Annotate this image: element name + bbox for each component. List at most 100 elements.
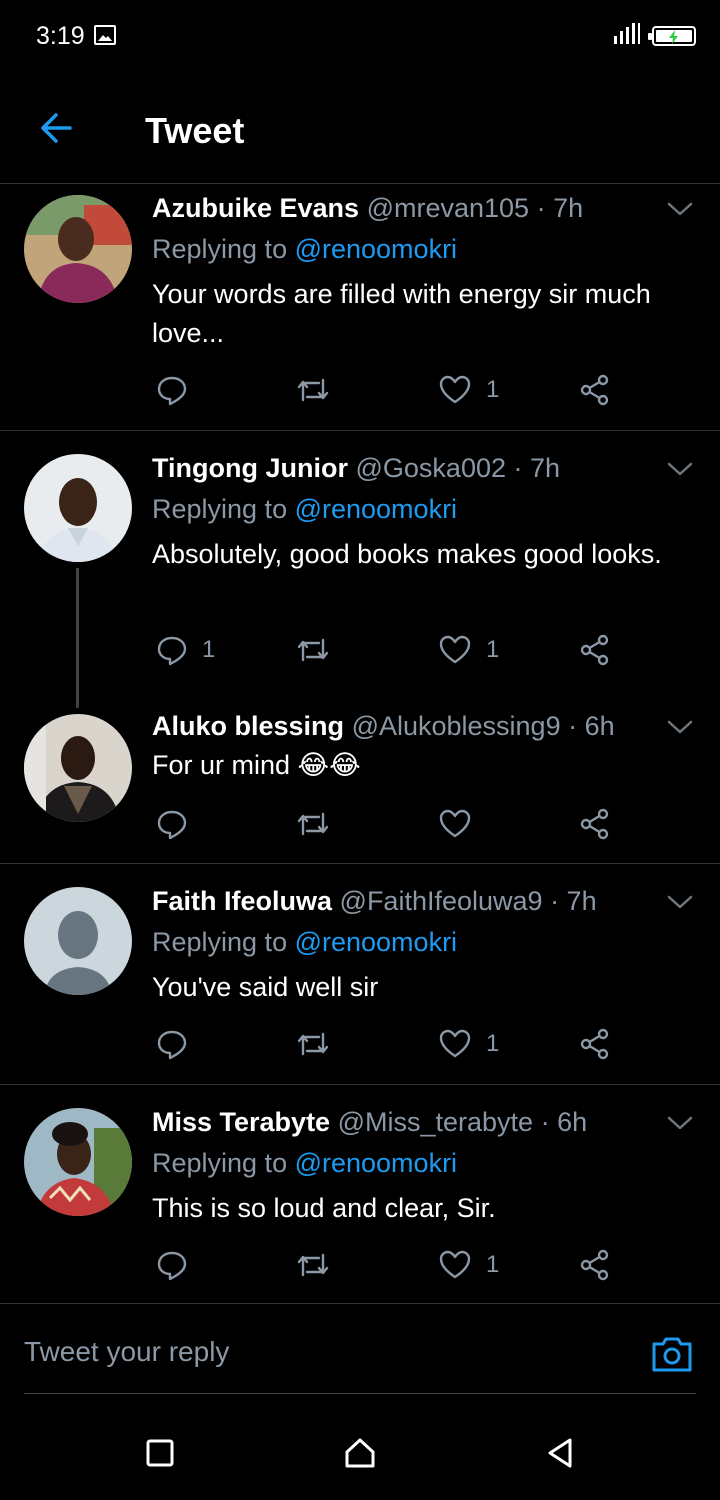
share-nodes-icon — [580, 1028, 609, 1060]
comment-bubble-icon — [157, 1251, 187, 1281]
like-button[interactable]: 1 — [438, 1024, 499, 1064]
replying-to: Replying to @renoomokri — [152, 232, 457, 266]
back-arrow-icon[interactable] — [36, 108, 76, 148]
share-button[interactable] — [578, 630, 612, 670]
square-recents-icon[interactable] — [142, 1435, 178, 1471]
tweet-text: You've said well sir — [152, 972, 379, 1002]
mention-link[interactable]: @renoomokri — [295, 234, 457, 264]
system-nav-bar — [0, 1405, 720, 1500]
comment-bubble-icon — [157, 810, 187, 840]
gallery-notification-icon — [94, 25, 116, 45]
retweet-arrows-icon — [297, 1253, 329, 1277]
avatar[interactable] — [24, 454, 132, 562]
tweet-text: For ur mind 😂😂 — [152, 750, 361, 780]
share-button[interactable] — [578, 804, 612, 844]
like-button[interactable] — [438, 804, 486, 844]
tweet-actions: 1 — [152, 370, 632, 410]
tweet-time: · 6h — [568, 711, 615, 741]
tweet-meta: Tingong Junior @Goska002 · 7h — [152, 451, 560, 485]
replying-to-prefix: Replying to — [152, 1148, 295, 1178]
tweet-time: · 7h — [536, 193, 584, 223]
like-count: 1 — [486, 636, 500, 663]
reply-tweet[interactable]: Faith Ifeoluwa @FaithIfeoluwa9 · 7h Repl… — [0, 865, 720, 1085]
author-handle: @FaithIfeoluwa9 — [339, 886, 543, 916]
tweet-meta: Aluko blessing @Alukoblessing9 · 6h — [152, 709, 615, 743]
tweet-text: This is so loud and clear, Sir. — [152, 1193, 496, 1223]
reply-tweet[interactable]: Miss Terabyte @Miss_terabyte · 6h Replyi… — [0, 1086, 720, 1304]
comment-bubble-icon — [157, 376, 187, 406]
author-handle: @mrevan105 — [366, 193, 530, 223]
avatar[interactable] — [24, 195, 132, 303]
tweet-header: Tweet — [0, 90, 720, 184]
tweet-actions — [152, 804, 632, 844]
retweet-button[interactable] — [296, 1024, 344, 1064]
reply-tweet[interactable]: Tingong Junior @Goska002 · 7h Replying t… — [0, 432, 720, 708]
camera-icon[interactable] — [650, 1332, 694, 1376]
mention-link[interactable]: @renoomokri — [295, 927, 457, 957]
replying-to: Replying to @renoomokri — [152, 925, 457, 959]
retweet-button[interactable] — [296, 1245, 344, 1285]
like-count: 1 — [486, 376, 500, 403]
home-outline-icon[interactable] — [342, 1435, 378, 1471]
reply-button[interactable] — [156, 804, 202, 844]
retweet-arrows-icon — [297, 378, 329, 402]
replying-to: Replying to @renoomokri — [152, 1146, 457, 1180]
reply-button[interactable] — [156, 370, 202, 410]
tweet-actions: 1 — [152, 1024, 632, 1064]
triangle-back-icon[interactable] — [542, 1435, 578, 1471]
mention-link[interactable]: @renoomokri — [295, 494, 457, 524]
share-button[interactable] — [578, 370, 612, 410]
retweet-arrows-icon — [297, 812, 329, 836]
retweet-button[interactable] — [296, 370, 344, 410]
author-name[interactable]: Faith Ifeoluwa — [152, 886, 332, 916]
author-handle: @Goska002 — [355, 453, 507, 483]
retweet-arrows-icon — [297, 1032, 329, 1056]
reply-button[interactable]: 1 — [156, 630, 215, 670]
retweet-button[interactable] — [296, 630, 344, 670]
tweet-text: Absolutely, good books makes good looks. — [152, 539, 662, 569]
share-nodes-icon — [580, 1249, 609, 1281]
tweet-meta: Miss Terabyte @Miss_terabyte · 6h — [152, 1105, 587, 1139]
chevron-down-icon[interactable] — [666, 199, 694, 219]
tweet-time: · 6h — [540, 1107, 588, 1137]
share-nodes-icon — [580, 634, 609, 666]
like-button[interactable]: 1 — [438, 1245, 499, 1285]
comment-bubble-icon — [157, 1030, 187, 1060]
author-name[interactable]: Azubuike Evans — [152, 193, 359, 223]
reply-input[interactable]: Tweet your reply — [24, 1336, 229, 1368]
author-handle: @Alukoblessing9 — [351, 711, 561, 741]
tweet-text: Your words are filled with energy sir mu… — [152, 279, 651, 348]
heart-outline-icon — [439, 635, 471, 664]
retweet-button[interactable] — [296, 804, 344, 844]
author-name[interactable]: Aluko blessing — [152, 711, 344, 741]
mention-link[interactable]: @renoomokri — [295, 1148, 457, 1178]
reply-count: 1 — [202, 636, 216, 663]
avatar[interactable] — [24, 714, 132, 822]
like-count: 1 — [486, 1030, 500, 1057]
chevron-down-icon[interactable] — [666, 1113, 694, 1133]
heart-outline-icon — [439, 1029, 471, 1058]
share-button[interactable] — [578, 1024, 612, 1064]
chevron-down-icon[interactable] — [666, 892, 694, 912]
like-button[interactable]: 1 — [438, 630, 499, 670]
reply-tweet[interactable]: Aluko blessing @Alukoblessing9 · 6h For … — [0, 694, 720, 864]
tweet-meta: Faith Ifeoluwa @FaithIfeoluwa9 · 7h — [152, 884, 597, 918]
heart-outline-icon — [439, 1250, 471, 1279]
author-name[interactable]: Miss Terabyte — [152, 1107, 330, 1137]
chevron-down-icon[interactable] — [666, 459, 694, 479]
reply-tweet[interactable]: Azubuike Evans @mrevan105 · 7h Replying … — [0, 185, 720, 431]
tweet-time: · 7h — [550, 886, 597, 916]
default-avatar[interactable] — [24, 887, 132, 995]
avatar[interactable] — [24, 1108, 132, 1216]
share-button[interactable] — [578, 1245, 612, 1285]
replying-to-prefix: Replying to — [152, 494, 295, 524]
reply-composer[interactable]: Tweet your reply — [24, 1320, 696, 1394]
reply-button[interactable] — [156, 1245, 202, 1285]
chevron-down-icon[interactable] — [666, 717, 694, 737]
battery-charging-icon — [648, 26, 696, 46]
like-button[interactable]: 1 — [438, 370, 499, 410]
heart-outline-icon — [439, 375, 471, 404]
share-nodes-icon — [580, 808, 609, 840]
reply-button[interactable] — [156, 1024, 202, 1064]
author-name[interactable]: Tingong Junior — [152, 453, 348, 483]
